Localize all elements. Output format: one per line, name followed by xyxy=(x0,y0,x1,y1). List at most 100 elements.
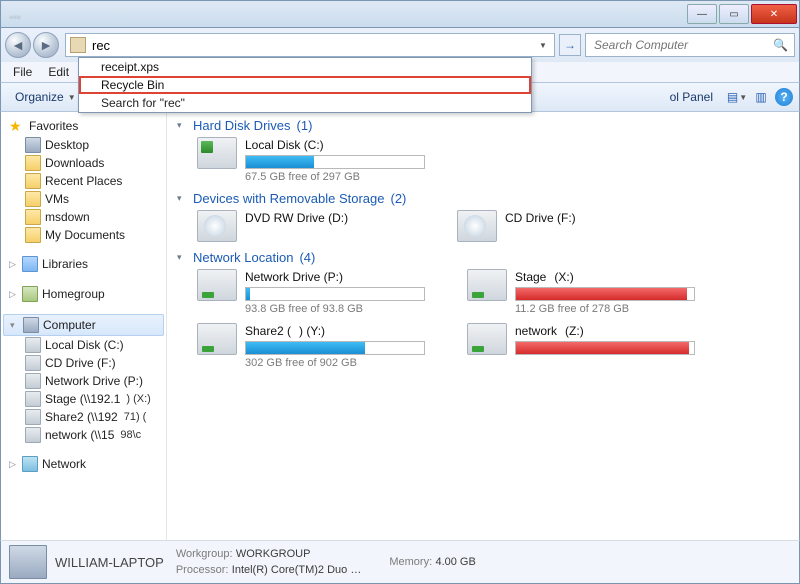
drive-local-c[interactable]: Local Disk (C:) 67.5 GB free of 297 GB xyxy=(197,137,477,183)
autocomplete-search[interactable]: Search for "rec" xyxy=(79,94,531,112)
autocomplete-item[interactable]: receipt.xps xyxy=(79,58,531,76)
computer-header[interactable]: ▾ Computer xyxy=(3,314,164,336)
drive-label: Stage xyxy=(515,270,546,284)
folder-icon xyxy=(25,155,41,171)
drive-label: network xyxy=(515,324,557,338)
drive-label: Network Drive (P:) xyxy=(245,270,343,284)
network-drive-icon xyxy=(25,427,41,443)
sidebar-item-netdrive[interactable]: Network Drive (P:) xyxy=(3,372,164,390)
autocomplete-item[interactable]: Recycle Bin xyxy=(79,76,531,94)
favorites-header[interactable]: ★ Favorites xyxy=(3,116,164,136)
group-network-title: Network Location xyxy=(193,250,293,265)
folder-icon xyxy=(25,227,41,243)
drive-freespace: 302 GB free of 902 GB xyxy=(245,357,427,369)
folder-icon xyxy=(25,209,41,225)
organize-button[interactable]: Organize ▼ xyxy=(7,88,84,106)
sidebar-item-vms[interactable]: VMs xyxy=(3,190,164,208)
close-button[interactable]: ✕ xyxy=(751,4,797,24)
forward-button[interactable]: ► xyxy=(33,32,59,58)
main-area: ★ Favorites Desktop Downloads Recent Pla… xyxy=(0,112,800,540)
group-removable-title: Devices with Removable Storage xyxy=(193,191,384,206)
drive-net-p[interactable]: Network Drive (P:) 93.8 GB free of 93.8 … xyxy=(197,269,427,315)
details-name: WILLIAM-LAPTOP xyxy=(55,555,164,570)
drive-label: DVD RW Drive (D:) xyxy=(245,210,417,226)
homegroup-icon xyxy=(22,286,38,302)
group-removable-count: (2) xyxy=(390,191,406,206)
drive-label: Share2 ( xyxy=(245,324,291,338)
go-button[interactable]: → xyxy=(559,34,581,56)
maximize-button[interactable]: ▭ xyxy=(719,4,749,24)
address-autocomplete: receipt.xps Recycle Bin Search for "rec" xyxy=(78,57,532,113)
computer-icon xyxy=(9,545,47,579)
help-button[interactable]: ? xyxy=(775,88,793,106)
menu-edit[interactable]: Edit xyxy=(40,65,77,79)
details-memory-key: Memory: xyxy=(389,556,432,568)
sidebar-item-mydocs[interactable]: My Documents xyxy=(3,226,164,244)
drive-network-z[interactable]: network(Z:) xyxy=(467,323,697,369)
sidebar-item-network-z[interactable]: network (\\1598\c xyxy=(3,426,164,444)
drive-stage-x[interactable]: Stage(X:) 11.2 GB free of 278 GB xyxy=(467,269,697,315)
sidebar-item-localdisk[interactable]: Local Disk (C:) xyxy=(3,336,164,354)
network-label: Network xyxy=(42,457,86,471)
menu-file[interactable]: File xyxy=(5,65,40,79)
libraries-label: Libraries xyxy=(42,257,88,271)
search-box[interactable]: 🔍 xyxy=(585,33,795,57)
network-drive-icon xyxy=(197,323,237,355)
drive-cd[interactable]: CD Drive (F:) xyxy=(457,210,677,242)
view-style-button[interactable]: ▤▼ xyxy=(727,87,747,107)
libraries-header[interactable]: ▷ Libraries xyxy=(3,254,164,274)
sidebar-item-msdown[interactable]: msdown xyxy=(3,208,164,226)
sidebar-item-stage[interactable]: Stage (\\192.1) (X:) xyxy=(3,390,164,408)
capacity-bar xyxy=(515,287,695,301)
hard-drive-icon xyxy=(197,137,237,169)
group-hdd-count: (1) xyxy=(297,118,313,133)
drive-label: Local Disk (C:) xyxy=(245,137,477,153)
sidebar-item-downloads[interactable]: Downloads xyxy=(3,154,164,172)
window-controls: — ▭ ✕ xyxy=(685,4,799,24)
truncated-right-label: ol Panel xyxy=(670,90,723,104)
network-header[interactable]: ▷ Network xyxy=(3,454,164,474)
chevron-down-icon: ▾ xyxy=(177,120,187,131)
search-icon[interactable]: 🔍 xyxy=(773,38,788,52)
minimize-button[interactable]: — xyxy=(687,4,717,24)
homegroup-header[interactable]: ▷ Homegroup xyxy=(3,284,164,304)
chevron-right-icon: ▷ xyxy=(9,459,18,470)
chevron-down-icon: ▾ xyxy=(177,193,187,204)
group-hdd[interactable]: ▾ Hard Disk Drives (1) xyxy=(177,118,789,133)
back-button[interactable]: ◄ xyxy=(5,32,31,58)
sidebar-item-cddrive[interactable]: CD Drive (F:) xyxy=(3,354,164,372)
group-network-count: (4) xyxy=(299,250,315,265)
drive-dvd[interactable]: DVD RW Drive (D:) xyxy=(197,210,417,242)
network-drive-icon xyxy=(25,409,41,425)
sidebar-item-desktop[interactable]: Desktop xyxy=(3,136,164,154)
sidebar-item-recent[interactable]: Recent Places xyxy=(3,172,164,190)
network-icon xyxy=(22,456,38,472)
chevron-down-icon: ▾ xyxy=(177,252,187,263)
group-network[interactable]: ▾ Network Location (4) xyxy=(177,250,789,265)
homegroup-label: Homegroup xyxy=(42,287,105,301)
drive-icon xyxy=(25,337,41,353)
group-removable[interactable]: ▾ Devices with Removable Storage (2) xyxy=(177,191,789,206)
chevron-right-icon: ▷ xyxy=(9,259,18,270)
address-dropdown-icon[interactable]: ▼ xyxy=(536,41,550,50)
drive-share2-y[interactable]: Share2 ( ) (Y:) 302 GB free of 902 GB xyxy=(197,323,427,369)
address-icon xyxy=(70,37,86,53)
title-bar: … — ▭ ✕ xyxy=(0,0,800,28)
details-memory-val: 4.00 GB xyxy=(435,556,475,568)
drive-letter: ) (Y:) xyxy=(299,324,325,338)
content-pane: ▾ Hard Disk Drives (1) Local Disk (C:) 6… xyxy=(167,112,799,540)
drive-freespace: 67.5 GB free of 297 GB xyxy=(245,171,477,183)
dvd-drive-icon xyxy=(197,210,237,242)
chevron-down-icon: ▼ xyxy=(68,93,76,102)
network-drive-icon xyxy=(467,269,507,301)
address-input[interactable] xyxy=(90,37,536,54)
sidebar-item-share2[interactable]: Share2 (\\19271) ( xyxy=(3,408,164,426)
folder-icon xyxy=(25,173,41,189)
window-title: … xyxy=(9,7,21,21)
computer-icon xyxy=(23,317,39,333)
network-drive-icon xyxy=(197,269,237,301)
address-bar[interactable]: ▼ xyxy=(65,33,555,57)
search-input[interactable] xyxy=(592,37,773,53)
preview-pane-button[interactable]: ▥ xyxy=(751,87,771,107)
drive-freespace: 11.2 GB free of 278 GB xyxy=(515,303,697,315)
